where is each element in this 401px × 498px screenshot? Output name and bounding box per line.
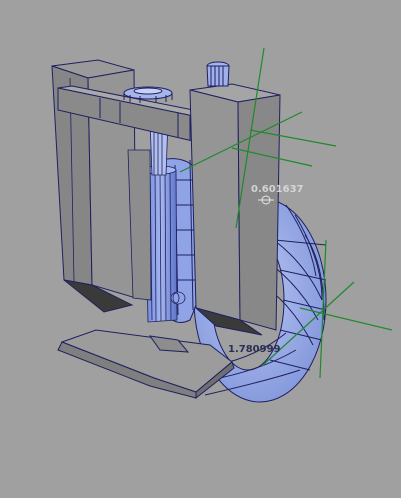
measure-readout-a: 0.601637: [251, 184, 304, 195]
3d-viewport[interactable]: 0.601637 1.780999: [0, 0, 401, 498]
center-post[interactable]: [127, 119, 186, 323]
scene-canvas[interactable]: [0, 0, 401, 498]
right-upright[interactable]: [189, 61, 281, 336]
measure-readout-b: 1.780999: [228, 344, 281, 355]
